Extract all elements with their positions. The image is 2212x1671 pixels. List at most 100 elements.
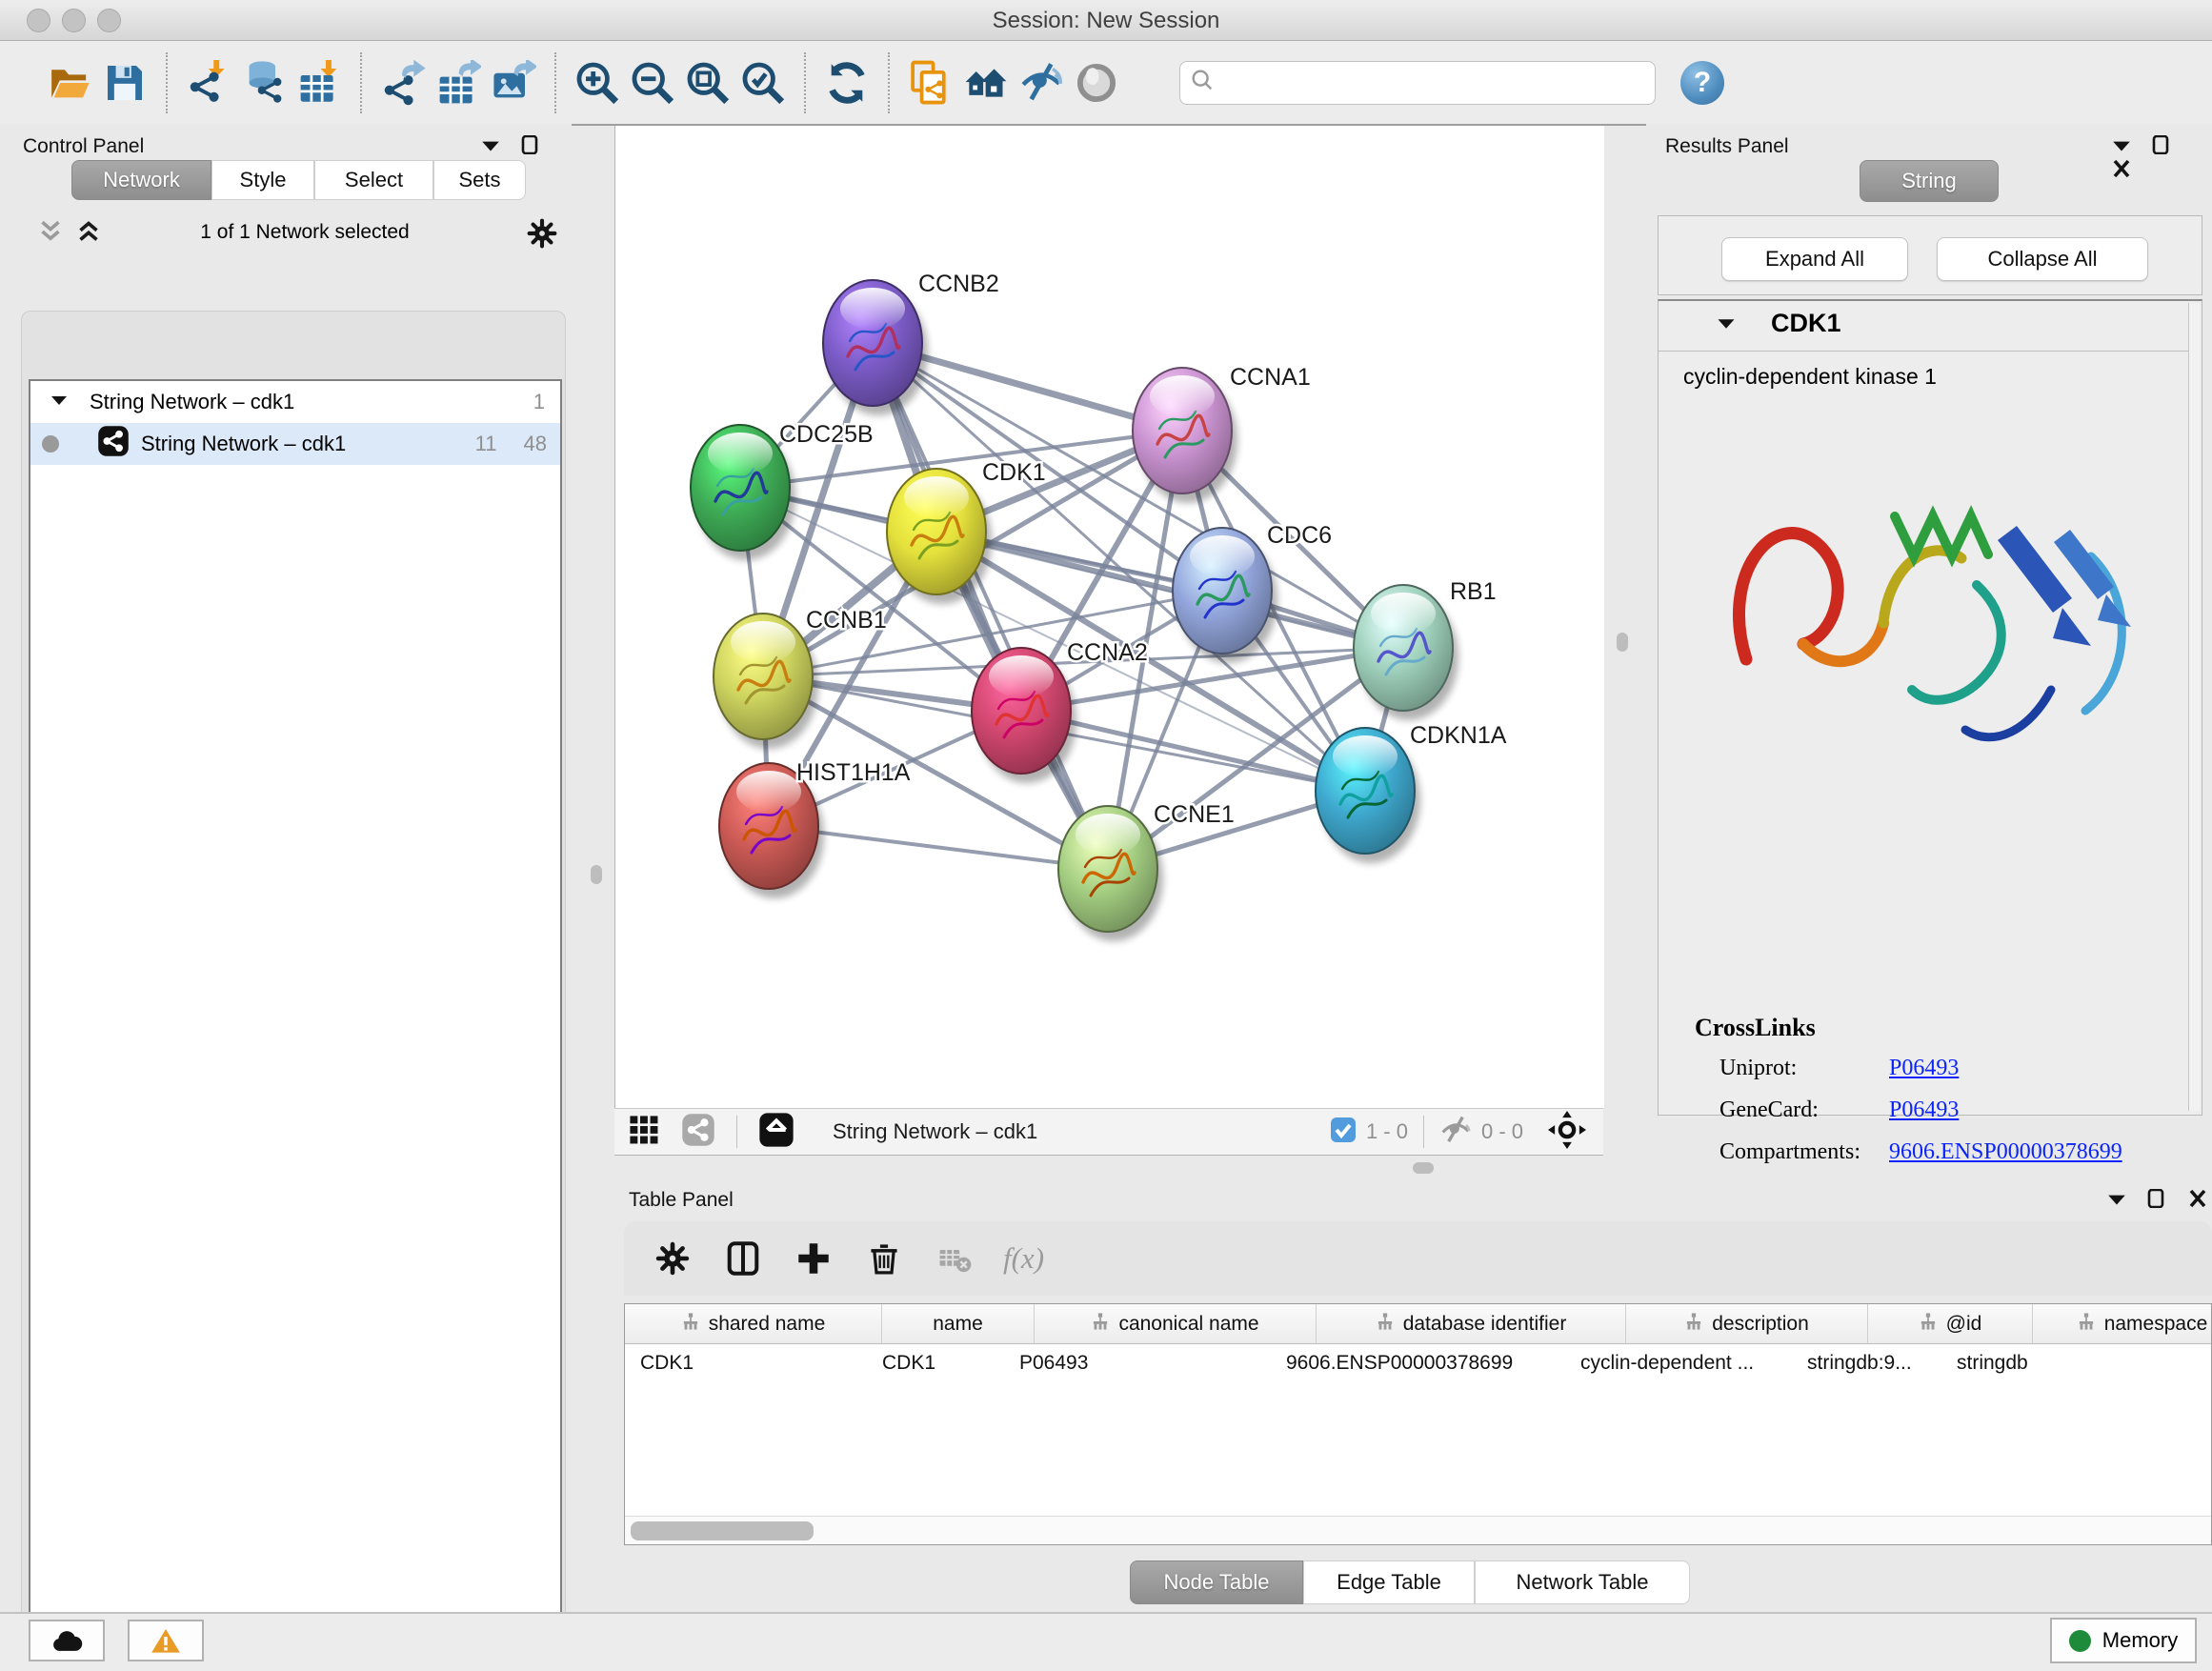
first-neighbors-icon[interactable]: [958, 55, 1014, 111]
memory-button[interactable]: Memory: [2050, 1618, 2197, 1663]
export-image-icon[interactable]: [486, 55, 541, 111]
grid-view-icon[interactable]: [628, 1114, 660, 1151]
help-icon[interactable]: ?: [1680, 61, 1724, 105]
network-node-CCNE1[interactable]: CCNE1: [1058, 801, 1235, 941]
main-toolbar: ?: [0, 41, 2212, 126]
import-table-icon[interactable]: [292, 55, 347, 111]
tab-string[interactable]: String: [1860, 160, 1999, 202]
copy-to-clipboard-icon[interactable]: [903, 55, 958, 111]
network-row[interactable]: String Network – cdk1 11 48: [30, 423, 560, 465]
table-row[interactable]: CDK1CDK1P064939606.ENSP00000378699cyclin…: [625, 1344, 2211, 1382]
table-cell[interactable]: CDK1: [625, 1344, 867, 1382]
delete-column-icon[interactable]: [849, 1228, 919, 1289]
float-panel-icon[interactable]: [2106, 1191, 2127, 1208]
zoom-selected-icon[interactable]: [735, 55, 791, 111]
crosslink-link[interactable]: P06493: [1889, 1097, 1959, 1123]
hidden-eye-slash-icon[interactable]: [1439, 1114, 1472, 1151]
network-node-CCNA2[interactable]: CCNA2: [972, 639, 1148, 783]
add-column-icon[interactable]: [778, 1228, 849, 1289]
column-header-canonical-name[interactable]: canonical name: [1035, 1304, 1317, 1344]
network-node-CCNB1[interactable]: CCNB1: [714, 607, 887, 749]
tab-node-table[interactable]: Node Table: [1130, 1560, 1303, 1604]
cloud-status-button[interactable]: [29, 1620, 105, 1661]
column-header-namespace[interactable]: namespace: [2033, 1304, 2212, 1344]
open-session-icon[interactable]: [42, 55, 97, 111]
save-session-icon[interactable]: [97, 55, 152, 111]
search-box[interactable]: [1179, 61, 1656, 105]
search-input[interactable]: [1224, 70, 1638, 95]
expand-all-networks-icon[interactable]: [72, 215, 105, 252]
export-table-icon[interactable]: [431, 55, 486, 111]
warning-status-button[interactable]: [128, 1620, 204, 1661]
collapse-all-button[interactable]: Collapse All: [1937, 237, 2148, 281]
table-cell[interactable]: P06493: [1004, 1344, 1271, 1382]
network-edge-count: 48: [524, 432, 547, 456]
show-column-icon[interactable]: [708, 1228, 778, 1289]
column-header-@id[interactable]: @id: [1868, 1304, 2033, 1344]
table-cell[interactable]: stringdb: [1941, 1344, 2145, 1382]
results-panel-window-icons[interactable]: [2096, 135, 2212, 183]
tab-sets[interactable]: Sets: [433, 160, 526, 200]
tab-style[interactable]: Style: [211, 160, 314, 200]
column-header-name[interactable]: name: [882, 1304, 1035, 1344]
left-splitter-handle[interactable]: [591, 865, 602, 884]
table-cell[interactable]: stringdb:9...: [1792, 1344, 1941, 1382]
section-collapse-icon[interactable]: [1716, 316, 1737, 337]
network-node-HIST1H1A[interactable]: HIST1H1A: [719, 759, 911, 898]
network-canvas[interactable]: CCNB2 CCNA1 CDC25B CDK1 CDC6: [614, 126, 1604, 1108]
import-network-database-icon[interactable]: [236, 55, 292, 111]
tab-network-table[interactable]: Network Table: [1475, 1560, 1690, 1604]
share-network-icon[interactable]: [681, 1113, 715, 1152]
collection-count: 1: [533, 390, 545, 414]
zoom-fit-icon[interactable]: [680, 55, 735, 111]
table-cell[interactable]: 9606.ENSP00000378699: [1271, 1344, 1565, 1382]
search-icon: [1190, 68, 1215, 97]
undock-panel-icon[interactable]: [2151, 135, 2172, 154]
column-header-database-identifier[interactable]: database identifier: [1317, 1304, 1626, 1344]
table-panel-window-icons[interactable]: [2091, 1189, 2208, 1213]
close-panel-icon[interactable]: [2187, 1189, 2208, 1208]
hide-selected-icon[interactable]: [1014, 55, 1069, 111]
network-options-gear-icon[interactable]: [526, 217, 558, 254]
network-node-CCNB2[interactable]: CCNB2: [823, 271, 999, 415]
table-cell[interactable]: cyclin-dependent ...: [1565, 1344, 1792, 1382]
undock-panel-icon[interactable]: [2146, 1189, 2167, 1208]
table-gear-icon[interactable]: [637, 1228, 708, 1289]
collection-collapse-icon[interactable]: [50, 390, 69, 414]
zoom-out-icon[interactable]: [625, 55, 680, 111]
network-node-RB1[interactable]: RB1: [1354, 578, 1497, 720]
crosslink-link[interactable]: P06493: [1889, 1056, 1959, 1081]
results-scrollbar[interactable]: [2188, 303, 2200, 1111]
tab-edge-table[interactable]: Edge Table: [1303, 1560, 1475, 1604]
selected-checkbox-icon[interactable]: [1330, 1117, 1357, 1148]
birdseye-view-icon[interactable]: [758, 1112, 794, 1153]
float-panel-icon[interactable]: [2111, 137, 2132, 154]
right-splitter-handle[interactable]: [1617, 633, 1628, 652]
network-node-CCNA1[interactable]: CCNA1: [1133, 364, 1311, 503]
column-header-shared-name[interactable]: shared name: [625, 1304, 882, 1344]
collapse-all-networks-icon[interactable]: [34, 215, 67, 252]
network-collection-row[interactable]: String Network – cdk1 1: [30, 381, 560, 423]
zoom-in-icon[interactable]: [570, 55, 625, 111]
export-network-icon[interactable]: [375, 55, 431, 111]
close-panel-icon[interactable]: [2111, 159, 2132, 178]
network-edge[interactable]: [873, 343, 1108, 869]
pan-crosshair-icon[interactable]: [1548, 1111, 1586, 1154]
table-horizontal-scrollbar[interactable]: [625, 1516, 2211, 1545]
refresh-network-icon[interactable]: [819, 55, 875, 111]
show-all-icon[interactable]: [1069, 55, 1124, 111]
tab-network[interactable]: Network: [71, 160, 211, 200]
float-panel-icon[interactable]: [480, 137, 501, 154]
network-tree: String Network – cdk1 1 String Network –…: [29, 379, 562, 1671]
network-node-CDKN1A[interactable]: CDKN1A: [1316, 722, 1507, 863]
expand-all-button[interactable]: Expand All: [1721, 237, 1908, 281]
table-cell[interactable]: CDK1: [867, 1344, 1004, 1382]
column-header-description[interactable]: description: [1626, 1304, 1868, 1344]
tab-select[interactable]: Select: [314, 160, 433, 200]
crosslink-link[interactable]: 9606.ENSP00000378699: [1889, 1139, 2122, 1165]
undock-panel-icon[interactable]: [520, 135, 541, 154]
horizontal-splitter-handle[interactable]: [1413, 1162, 1434, 1174]
node-table: shared namenamecanonical namedatabase id…: [624, 1303, 2212, 1545]
import-network-icon[interactable]: [181, 55, 236, 111]
scrollbar-thumb[interactable]: [631, 1521, 814, 1540]
